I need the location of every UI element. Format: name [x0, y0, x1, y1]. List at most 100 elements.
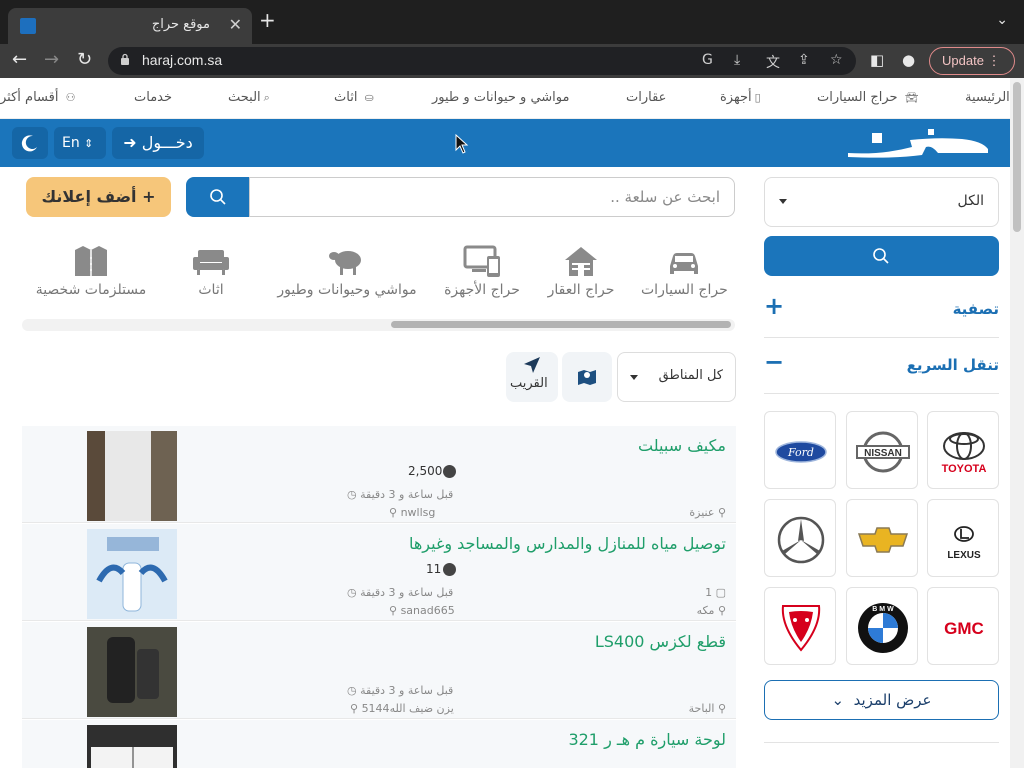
location-pin-icon: ⚲ — [717, 604, 726, 617]
language-toggle[interactable]: En ⇕ — [54, 127, 106, 159]
nav-livestock[interactable]: مواشي و حيوانات و طيور — [432, 90, 569, 105]
install-icon[interactable]: ⤓ — [734, 52, 740, 68]
listing-user[interactable]: يزن ضيف الله5144 ⚲ — [350, 702, 454, 715]
bookmark-star-icon[interactable]: ☆ — [830, 52, 843, 68]
address-bar[interactable]: haraj.com.sa G ⤓ 文 ⇪ ☆ — [108, 47, 856, 75]
login-button[interactable]: ➜ دخـــول — [112, 127, 204, 159]
clock-icon: ◷ — [347, 684, 357, 697]
map-button[interactable] — [562, 352, 612, 402]
location-pin-icon: ⚲ — [717, 506, 726, 519]
back-arrow-icon[interactable]: ← — [12, 49, 27, 71]
updown-icon: ⇕ — [84, 137, 94, 150]
browser-tab[interactable]: موقع حراج ✕ — [8, 8, 252, 44]
listing-title[interactable]: لوحة سيارة م هـ ر 321 — [568, 730, 726, 749]
brand-dodge[interactable] — [764, 587, 836, 665]
nav-home[interactable]: الرئيسية — [965, 90, 1010, 105]
brand-bmw[interactable]: B M W — [846, 587, 918, 665]
svg-text:NISSAN: NISSAN — [864, 448, 902, 459]
region-select[interactable]: كل المناطق — [617, 352, 736, 402]
brand-mercedes[interactable] — [764, 499, 836, 577]
category-cars[interactable]: حراج السيارات — [641, 244, 728, 298]
nav-furniture[interactable]: اثاث ⛀ — [334, 90, 374, 105]
sidebar-search-button[interactable] — [764, 236, 999, 276]
nav-search[interactable]: البحث ⌕ — [228, 90, 270, 105]
add-listing-button[interactable]: أضف إعلانك + — [26, 177, 171, 217]
category-select[interactable]: الكل — [764, 177, 999, 227]
caret-down-icon — [630, 375, 638, 380]
search-button[interactable] — [186, 177, 250, 217]
scrollbar-thumb[interactable] — [1013, 82, 1021, 232]
category-furniture[interactable]: اثاث — [191, 244, 231, 298]
nav-more-sections[interactable]: أقسام أكثر ⚇ — [0, 90, 75, 105]
listing-thumbnail[interactable] — [87, 529, 177, 619]
tab-title: موقع حراج — [151, 17, 210, 32]
nav-realestate[interactable]: عقارات — [626, 90, 666, 105]
house-icon — [565, 247, 597, 276]
update-button[interactable]: Update ⋮ — [929, 47, 1015, 75]
clock-icon: ◷ — [347, 586, 357, 599]
nav-services[interactable]: خدمات — [134, 90, 172, 105]
listing-user[interactable]: sanad665 ⚲ — [389, 604, 455, 617]
new-tab-button[interactable]: + — [259, 10, 276, 30]
shirt-icon — [75, 246, 107, 276]
category-realestate[interactable]: حراج العقار — [547, 244, 615, 298]
location-arrow-icon — [524, 357, 540, 373]
profile-icon[interactable]: ● — [902, 49, 915, 71]
brand-nissan[interactable]: NISSAN — [846, 411, 918, 489]
google-icon[interactable]: G — [702, 52, 713, 68]
map-icon — [578, 370, 596, 385]
reload-icon[interactable]: ↻ — [77, 49, 92, 71]
listing-title[interactable]: قطع لكزس LS400 — [595, 632, 726, 651]
nav-cars[interactable]: حراج السيارات 🚘︎ — [817, 90, 919, 105]
list-item[interactable]: لوحة سيارة م هـ ر 321 — [22, 720, 736, 768]
list-item[interactable]: قطع لكزس LS400 قبل ساعة و 3 دقيقة ◷ يزن … — [22, 622, 736, 719]
forward-arrow-icon[interactable]: → — [44, 49, 59, 71]
url-text: haraj.com.sa — [142, 52, 223, 68]
nearby-button[interactable]: القريب — [506, 352, 558, 402]
sitemap-icon: ⚇ — [65, 91, 76, 104]
listing-thumbnail[interactable] — [87, 725, 177, 768]
listing-thumbnail[interactable] — [87, 627, 177, 717]
lock-icon — [121, 53, 129, 65]
search-input[interactable] — [249, 177, 735, 217]
brand-ford[interactable]: Ford — [764, 411, 836, 489]
car-icon: 🚘︎ — [904, 91, 919, 104]
brand-toyota[interactable]: TOYOTA — [927, 411, 999, 489]
listing-city: ⚲ عنيزة — [689, 506, 726, 519]
show-more-button[interactable]: ⌄ عرض المزيد — [764, 680, 999, 720]
list-item[interactable]: مكيف سبيلت 2,500 قبل ساعة و 3 دقيقة ◷ nw… — [22, 426, 736, 523]
sofa-icon: ⛀ — [364, 91, 374, 104]
page-scrollbar[interactable] — [1010, 78, 1024, 768]
search-icon: ⌕ — [263, 91, 270, 104]
listing-title[interactable]: توصيل مياه للمنازل والمدارس والمساجد وغي… — [409, 534, 726, 553]
category-personal[interactable]: مستلزمات شخصية — [30, 244, 152, 298]
search-icon — [210, 189, 226, 205]
chevron-down-icon[interactable]: ⌄ — [996, 12, 1008, 28]
haraj-logo[interactable] — [842, 125, 992, 161]
brand-chevrolet[interactable] — [846, 499, 918, 577]
close-icon[interactable]: ✕ — [229, 15, 242, 34]
share-icon[interactable]: ⇪ — [798, 52, 810, 68]
mercedes-logo-icon — [777, 516, 825, 564]
listing-title[interactable]: مكيف سبيلت — [638, 436, 726, 455]
listing-user[interactable]: nwllsg ⚲ — [389, 506, 435, 519]
dodge-ram-logo-icon — [781, 605, 821, 652]
brand-gmc[interactable]: GMC — [927, 587, 999, 665]
translate-icon[interactable]: 文 — [766, 52, 780, 72]
gmc-logo-icon: GMC — [944, 619, 984, 638]
category-livestock[interactable]: مواشي وحيوانات وطيور — [271, 244, 423, 298]
nav-devices[interactable]: أجهزة ▯ — [720, 90, 761, 105]
dark-mode-button[interactable] — [12, 127, 48, 159]
quicknav-label: تنقل السريع — [906, 356, 999, 374]
category-devices[interactable]: حراج الأجهزة — [443, 244, 521, 298]
brand-lexus[interactable]: LEXUS — [927, 499, 999, 577]
sidepanel-icon[interactable]: ◧ — [870, 49, 884, 71]
listing-time: قبل ساعة و 3 دقيقة ◷ — [347, 586, 454, 599]
user-icon: ⚲ — [389, 604, 398, 617]
filter-section[interactable]: تصفية + — [764, 282, 999, 338]
quicknav-section[interactable]: تنقل السريع − — [764, 338, 999, 394]
category-scroll-thumb[interactable] — [391, 321, 731, 328]
haraj-favicon-icon — [20, 18, 36, 34]
list-item[interactable]: توصيل مياه للمنازل والمدارس والمساجد وغي… — [22, 524, 736, 621]
listing-thumbnail[interactable] — [87, 431, 177, 521]
